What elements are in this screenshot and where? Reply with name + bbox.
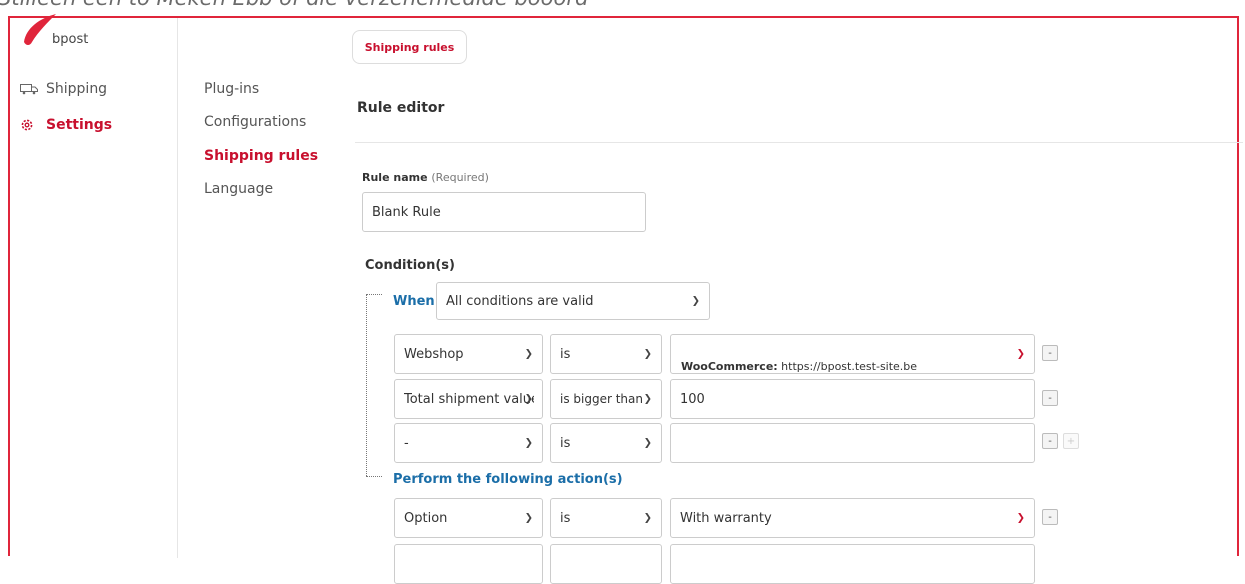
truck-icon [20,83,40,95]
sidebar-item-settings[interactable]: Settings [20,117,112,133]
divider [355,142,1243,143]
chevron-down-icon: ❯ [1016,348,1025,360]
subnav-shipping-rules[interactable]: Shipping rules [204,148,318,164]
rule-name-input[interactable]: Blank Rule [362,192,646,232]
sidebar-item-label: Shipping [46,81,108,97]
chevron-down-icon: ❯ [643,512,652,524]
conditions-bracket-top [366,294,382,295]
sidebar-item-shipping[interactable]: Shipping [20,81,107,97]
action-field-value: Option [404,510,448,526]
condition-value-text: WooCommerce: https://bpost.test-site.be [681,360,917,373]
rule-name-required-text: (Required) [431,171,489,184]
brand-name: bpost [52,32,89,47]
remove-condition-button[interactable]: - [1042,345,1058,361]
condition-value-input[interactable] [670,423,1035,463]
rule-name-label: Rule name (Required) [362,171,489,184]
condition-operator-select[interactable]: is ❯ [550,423,662,463]
conditions-bracket [366,294,367,476]
condition-operator-value: is [560,346,571,362]
chevron-down-icon: ❯ [524,512,533,524]
remove-action-button[interactable]: - [1042,509,1058,525]
action-value-text: With warranty [680,510,772,526]
when-label: When [393,294,435,309]
subnav-language[interactable]: Language [204,181,273,197]
condition-value-select[interactable]: WooCommerce: https://bpost.test-site.be … [670,334,1035,374]
condition-operator-select[interactable]: is bigger than ❯ [550,379,662,419]
subnav-plugins[interactable]: Plug-ins [204,81,259,97]
tab-shipping-rules[interactable]: Shipping rules [352,30,467,64]
sidebar: bpost Shipping Settings [10,14,178,558]
condition-field-select[interactable]: - ❯ [394,423,543,463]
condition-field-select[interactable]: Webshop ❯ [394,334,543,374]
chevron-down-icon: ❯ [524,437,533,449]
gear-icon [20,118,40,132]
add-condition-button[interactable]: + [1063,433,1079,449]
chevron-down-icon: ❯ [643,348,652,360]
action-value-select-partial[interactable] [670,544,1035,584]
actions-title: Perform the following action(s) [393,472,623,487]
condition-value-text: 100 [680,391,705,407]
action-value-select[interactable]: With warranty ❯ [670,498,1035,538]
action-operator-select[interactable]: is ❯ [550,498,662,538]
condition-field-value: - [404,435,409,451]
condition-field-select[interactable]: Total shipment value ❯ [394,379,543,419]
sidebar-item-label: Settings [46,117,113,133]
rule-name-value: Blank Rule [372,204,441,220]
condition-value-url: https://bpost.test-site.be [777,360,918,373]
condition-field-value: Total shipment value [404,391,534,407]
action-field-select[interactable]: Option ❯ [394,498,543,538]
condition-operator-select[interactable]: is ❯ [550,334,662,374]
condition-value-prefix: WooCommerce: [681,360,778,373]
condition-value-input[interactable]: 100 [670,379,1035,419]
condition-field-value: Webshop [404,346,464,362]
action-field-select-partial[interactable] [394,544,543,584]
conditions-bracket-bottom [366,476,382,477]
chevron-down-icon: ❯ [643,393,652,405]
condition-operator-value: is [560,435,571,451]
subnav-configurations[interactable]: Configurations [204,114,306,130]
chevron-down-icon: ❯ [524,393,533,405]
when-select[interactable]: All conditions are valid ❯ [436,282,710,320]
remove-condition-button[interactable]: - [1042,433,1058,449]
when-select-value: All conditions are valid [446,293,594,309]
rule-name-label-text: Rule name [362,171,428,184]
caption-text: Stilleen een to Meken Ebb of die verzene… [0,0,1243,16]
chevron-down-icon: ❯ [691,295,700,307]
chevron-down-icon: ❯ [643,437,652,449]
remove-condition-button[interactable]: - [1042,390,1058,406]
chevron-down-icon: ❯ [1016,512,1025,524]
page-title: Rule editor [357,100,445,116]
condition-operator-value: is bigger than [560,392,643,406]
chevron-down-icon: ❯ [524,348,533,360]
conditions-title: Condition(s) [365,258,455,273]
action-operator-select-partial[interactable] [550,544,662,584]
action-operator-value: is [560,510,571,526]
